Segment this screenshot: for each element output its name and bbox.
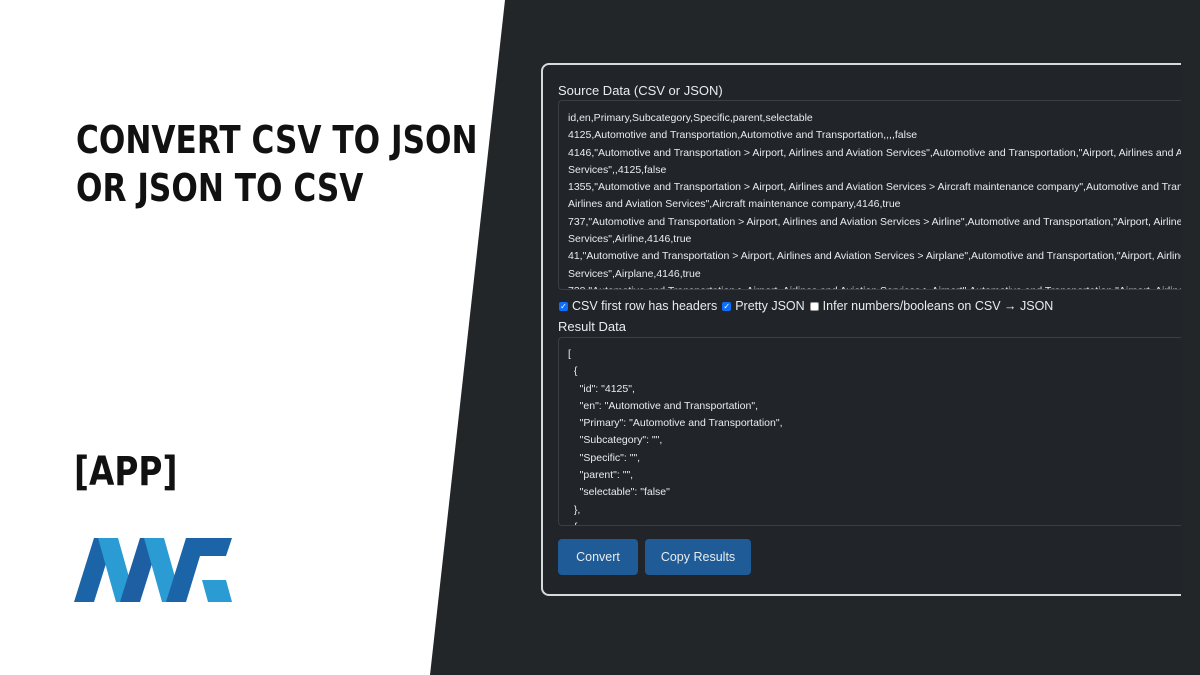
options-row: ✓ CSV first row has headers ✓ Pretty JSON In… xyxy=(557,298,1056,314)
result-line: "Subcategory": "", xyxy=(568,434,663,447)
source-line: 41,"Automotive and Transportation > Airp… xyxy=(568,250,1181,263)
source-line: Services",,4125,false xyxy=(568,163,667,176)
mvc-logo-icon xyxy=(74,538,232,602)
convert-button[interactable]: Convert xyxy=(558,539,638,575)
result-line: "parent": "", xyxy=(568,469,634,482)
infer-types-checkbox[interactable] xyxy=(809,301,819,311)
copy-results-button[interactable]: Copy Results xyxy=(645,539,751,575)
infer-types-label[interactable]: Infer numbers/booleans on CSV → JSON xyxy=(823,299,1054,313)
source-line: id,en,Primary,Subcategory,Specific,paren… xyxy=(568,112,813,124)
result-line: { xyxy=(568,519,1181,525)
app-tag: [APP] xyxy=(74,449,178,495)
source-line: Services",Airline,4146,true xyxy=(568,233,692,246)
headline-line-1: CONVERT CSV TO JSON xyxy=(76,118,478,162)
result-line: "selectable": "false" xyxy=(568,486,670,499)
pretty-json-checkbox[interactable]: ✓ xyxy=(722,301,732,311)
result-textarea[interactable]: [ { "id": "4125", "en": "Automotive and … xyxy=(558,337,1181,526)
result-line: { xyxy=(568,365,578,378)
result-line: "Primary": "Automotive and Transportatio… xyxy=(568,417,783,430)
pretty-json-label[interactable]: Pretty JSON xyxy=(735,299,804,313)
headers-checkbox[interactable]: ✓ xyxy=(559,301,568,311)
source-textarea[interactable]: id,en,Primary,Subcategory,Specific,paren… xyxy=(558,100,1181,290)
headline-line-2: OR JSON TO CSV xyxy=(76,166,364,210)
result-line: "Specific": "", xyxy=(568,451,641,464)
source-line: 738,"Automotive and Transportation > Air… xyxy=(568,283,1181,289)
result-label: Result Data xyxy=(558,319,626,334)
result-line: "en": "Automotive and Transportation", xyxy=(568,399,759,412)
source-label: Source Data (CSV or JSON) xyxy=(558,83,723,98)
result-line: "id": "4125", xyxy=(568,382,635,395)
source-line: Services",Airplane,4146,true xyxy=(568,267,701,280)
source-line: 4125,Automotive and Transportation,Autom… xyxy=(568,129,918,142)
result-line: }, xyxy=(568,503,581,516)
source-line: 4146,"Automotive and Transportation > Ai… xyxy=(568,146,1181,159)
result-line: [ xyxy=(568,348,571,360)
source-line: Airlines and Aviation Services",Aircraft… xyxy=(568,198,901,211)
converter-card: Source Data (CSV or JSON) id,en,Primary,… xyxy=(541,63,1181,596)
headers-label[interactable]: CSV first row has headers xyxy=(572,299,717,313)
source-line: 737,"Automotive and Transportation > Air… xyxy=(568,215,1181,228)
promo-headline: CONVERT CSV TO JSON OR JSON TO CSV xyxy=(76,116,478,212)
source-line: 1355,"Automotive and Transportation > Ai… xyxy=(568,181,1181,194)
